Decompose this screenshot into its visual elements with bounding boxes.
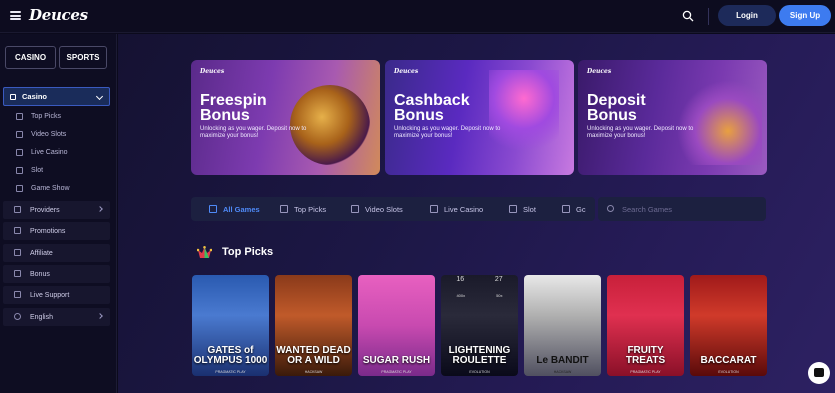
multiplier-tag: 50x — [496, 293, 503, 298]
casino-segment-button[interactable]: CASINO — [5, 46, 56, 69]
search-games-input[interactable]: Search Games — [598, 197, 766, 221]
providers-icon — [14, 206, 21, 213]
headset-icon — [14, 291, 21, 298]
chat-icon — [814, 368, 824, 377]
sidebar-item-affiliate[interactable]: Affiliate — [3, 244, 110, 262]
multiplier-tag: 400x — [456, 293, 466, 298]
divider — [708, 8, 709, 25]
game-title: SUGAR RUSH — [362, 355, 431, 366]
tab-video-slots[interactable]: Video Slots — [351, 197, 403, 221]
game-card[interactable]: Le BANDIT HACKSAW — [524, 275, 601, 376]
banner-title: Freespin Bonus — [200, 92, 267, 124]
roulette-image — [290, 85, 370, 165]
game-provider: HACKSAW — [304, 370, 323, 374]
sidebar-item-live-casino[interactable]: Live Casino — [3, 144, 110, 161]
game-provider: PRAGMATIC PLAY — [381, 370, 412, 374]
sidebar: CASINO SPORTS Casino Top Picks Video Slo… — [0, 34, 117, 393]
tab-all-games[interactable]: All Games — [209, 197, 260, 221]
sidebar-section-label: Casino — [22, 92, 48, 101]
sidebar-item-video-slots[interactable]: Video Slots — [3, 126, 110, 143]
banner-description: Unlocking as you wager. Deposit now to m… — [587, 126, 694, 139]
menu-icon[interactable] — [10, 11, 21, 20]
sports-segment-button[interactable]: SPORTS — [59, 46, 107, 69]
search-icon — [607, 205, 614, 212]
banner-logo: Deuces — [587, 68, 612, 75]
affiliate-icon — [14, 249, 21, 256]
sidebar-item-game-show[interactable]: Game Show — [3, 180, 110, 197]
logo[interactable]: Deuces — [29, 6, 88, 24]
game-provider: PRAGMATIC PLAY — [630, 370, 661, 374]
tab-top-picks[interactable]: Top Picks — [280, 197, 326, 221]
sidebar-item-top-picks[interactable]: Top Picks — [3, 108, 110, 125]
login-button[interactable]: Login — [718, 5, 776, 26]
bonus-icon — [14, 270, 21, 277]
chips-image — [677, 80, 762, 165]
top-picks-icon — [16, 113, 23, 120]
game-title: GATES of OLYMPUS 1000 — [193, 345, 268, 366]
tab-slot[interactable]: Slot — [509, 197, 536, 221]
game-title: Le BANDIT — [536, 355, 589, 366]
banner-deposit[interactable]: Deuces Deposit Bonus Unlocking as you wa… — [578, 60, 767, 175]
sidebar-item-live-support[interactable]: Live Support — [3, 286, 110, 304]
sidebar-item-promotions[interactable]: Promotions — [3, 222, 110, 240]
banner-cashback[interactable]: Deuces Cashback Bonus Unlocking as you w… — [385, 60, 574, 175]
sidebar-item-bonus[interactable]: Bonus — [3, 265, 110, 283]
tab-game-show[interactable]: Gc — [562, 197, 586, 221]
signup-button[interactable]: Sign Up — [779, 5, 831, 26]
gift-balloons-image — [489, 70, 559, 165]
banner-title: Deposit Bonus — [587, 92, 646, 124]
game-card[interactable]: BACCARAT EVOLUTION — [690, 275, 767, 376]
sidebar-section-casino[interactable]: Casino — [3, 87, 110, 106]
all-games-icon — [209, 205, 217, 213]
game-card[interactable]: 16 27 400x 50x LIGHTENING ROULETTE EVOLUT… — [441, 275, 518, 376]
banner-logo: Deuces — [394, 68, 419, 75]
game-provider: EVOLUTION — [469, 370, 490, 374]
banner-description: Unlocking as you wager. Deposit now to m… — [394, 126, 501, 139]
chat-button[interactable] — [808, 362, 830, 384]
top-picks-icon — [280, 205, 288, 213]
casino-icon — [10, 94, 16, 100]
banner-logo: Deuces — [200, 68, 225, 75]
banner-freespin[interactable]: Deuces Freespin Bonus Unlocking as you w… — [191, 60, 380, 175]
top-bar: Deuces Login Sign Up — [0, 0, 835, 33]
promotions-icon — [14, 227, 21, 234]
slot-icon — [509, 205, 517, 213]
game-provider: HACKSAW — [553, 370, 572, 374]
game-provider: PRAGMATIC PLAY — [215, 370, 246, 374]
game-title: LIGHTENING ROULETTE — [448, 345, 511, 366]
game-card[interactable]: WANTED DEAD OR A WILD HACKSAW — [275, 275, 352, 376]
chevron-down-icon — [95, 92, 104, 101]
globe-icon — [14, 313, 21, 320]
tab-live-casino[interactable]: Live Casino — [430, 197, 483, 221]
game-category-tabs: All Games Top Picks Video Slots Live Cas… — [191, 197, 665, 221]
video-slots-icon — [16, 131, 23, 138]
game-show-icon — [16, 185, 23, 192]
sidebar-item-slot[interactable]: Slot — [3, 162, 110, 179]
sidebar-item-providers[interactable]: Providers — [3, 201, 110, 219]
banner-description: Unlocking as you wager. Deposit now to m… — [200, 126, 307, 139]
main-content: Deuces Freespin Bonus Unlocking as you w… — [118, 34, 835, 393]
chevron-right-icon — [97, 313, 103, 319]
game-show-icon — [562, 205, 570, 213]
game-title: BACCARAT — [700, 355, 757, 366]
banner-title: Cashback Bonus — [394, 92, 470, 124]
sidebar-item-language[interactable]: English — [3, 308, 110, 326]
game-card[interactable]: FRUITY TREATS PRAGMATIC PLAY — [607, 275, 684, 376]
game-card[interactable]: SUGAR RUSH PRAGMATIC PLAY — [358, 275, 435, 376]
section-title: Top Picks — [222, 246, 274, 258]
roulette-number: 27 — [494, 276, 503, 283]
game-title: WANTED DEAD OR A WILD — [276, 345, 351, 366]
game-card[interactable]: GATES of OLYMPUS 1000 PRAGMATIC PLAY — [192, 275, 269, 376]
slot-icon — [16, 167, 23, 174]
chevron-right-icon — [97, 206, 103, 212]
video-slots-icon — [351, 205, 359, 213]
live-casino-icon — [430, 205, 438, 213]
live-casino-icon — [16, 149, 23, 156]
search-icon[interactable] — [682, 10, 694, 22]
jester-hat-icon — [197, 246, 212, 258]
game-title: FRUITY TREATS — [625, 345, 666, 366]
roulette-number: 16 — [456, 276, 465, 283]
game-provider: EVOLUTION — [718, 370, 739, 374]
